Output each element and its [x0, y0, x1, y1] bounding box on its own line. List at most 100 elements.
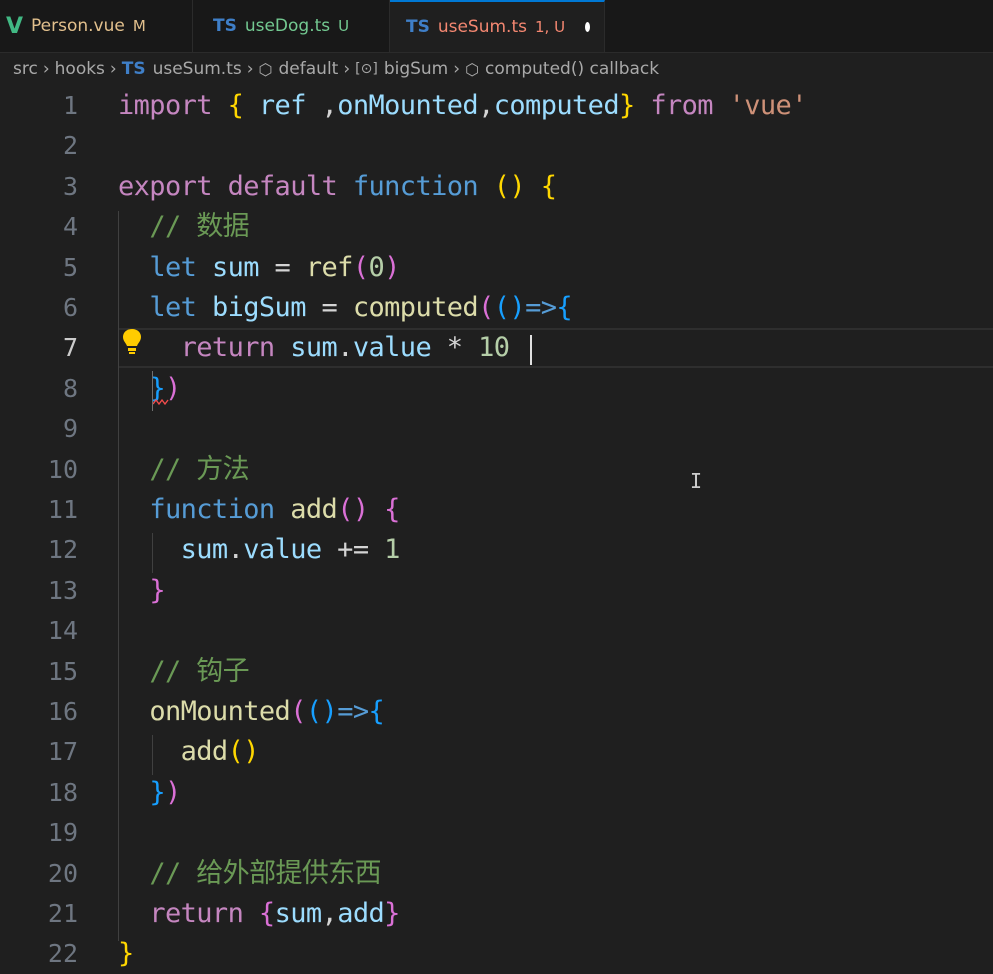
code-line[interactable]: 18 }) — [0, 773, 993, 813]
editor-tab-bar: V Person.vue M TS useDog.ts U TS useSum.… — [0, 0, 993, 53]
code-token: , — [478, 90, 494, 121]
code-line[interactable]: 11 function add() { — [0, 490, 993, 530]
code-token: return — [149, 898, 244, 929]
code-line[interactable]: 16 onMounted(()=>{ — [0, 692, 993, 732]
code-line[interactable]: 5 let sum = ref(0) — [0, 248, 993, 288]
lightbulb-icon[interactable] — [121, 327, 143, 355]
code-line[interactable]: 19 — [0, 813, 993, 853]
unsaved-changes-dot-icon[interactable] — [585, 22, 590, 32]
indent-guide — [152, 533, 153, 573]
code-token: 'vue' — [728, 90, 808, 121]
code-text: // 方法 — [118, 450, 249, 490]
indent-guide — [152, 735, 153, 775]
code-line[interactable]: 3 export default function () { — [0, 167, 993, 207]
code-token: let — [149, 251, 197, 283]
chevron-right-icon: › — [453, 59, 461, 79]
code-token: { — [384, 494, 400, 525]
code-token: sum — [180, 534, 229, 566]
line-number: 6 — [62, 293, 78, 322]
code-line[interactable]: 10 // 方法 — [0, 450, 993, 490]
line-number: 19 — [47, 818, 78, 848]
code-line[interactable]: 20 // 给外部提供东西 — [0, 854, 993, 894]
code-text: sum.value += 1 — [118, 530, 401, 570]
code-line[interactable]: 7 return sum.value * 10 — [0, 328, 993, 369]
code-token: // 方法 — [149, 453, 250, 485]
line-number: 14 — [47, 616, 78, 646]
vue-file-icon: V — [6, 13, 24, 39]
code-line[interactable]: 17 add() — [0, 732, 993, 772]
code-line[interactable]: 13 } — [0, 571, 993, 611]
line-number: 13 — [47, 575, 78, 605]
line-number: 3 — [62, 171, 78, 201]
tab-usesum-ts[interactable]: TS useSum.ts 1, U — [390, 0, 605, 52]
code-token: 1 — [384, 534, 400, 566]
breadcrumb-bigsum-label: bigSum — [383, 59, 449, 79]
code-token: . — [227, 534, 244, 566]
breadcrumb-file[interactable]: TS useSum.ts — [122, 59, 242, 79]
breadcrumb-src[interactable]: src — [13, 59, 38, 79]
code-text: } — [118, 571, 165, 611]
line-number: 18 — [47, 777, 78, 807]
code-token: = — [258, 251, 306, 283]
code-text: // 数据 — [118, 207, 249, 247]
code-text: import { ref ,onMounted,computed} from '… — [118, 86, 807, 126]
line-number: 2 — [62, 131, 78, 161]
typescript-file-icon: TS — [121, 59, 146, 79]
code-token: ) — [164, 776, 181, 808]
breadcrumb-bigsum[interactable]: [⊙] bigSum — [355, 59, 448, 79]
code-line[interactable]: 9 — [0, 409, 993, 449]
code-line[interactable]: 2 — [0, 126, 993, 166]
code-line[interactable]: 21 return {sum,add} — [0, 894, 993, 934]
code-token: () — [227, 736, 260, 768]
line-number: 16 — [47, 697, 78, 726]
tab-person-vue[interactable]: V Person.vue M — [0, 0, 193, 52]
variable-icon: [⊙] — [355, 61, 378, 77]
tab-label: Person.vue — [31, 16, 125, 36]
code-line[interactable]: 1 import { ref ,onMounted,computed} from … — [0, 86, 993, 126]
code-line[interactable]: 22} — [0, 934, 993, 974]
code-token: += — [321, 534, 385, 566]
code-line[interactable]: 6 let bigSum = computed(()=>{ — [0, 288, 993, 328]
line-number: 1 — [62, 91, 78, 120]
code-token: default — [227, 170, 338, 202]
code-token: => — [337, 696, 369, 727]
method-cube-icon: ⬡ — [465, 59, 480, 79]
breadcrumb-hooks[interactable]: hooks — [55, 59, 105, 79]
code-line[interactable]: 15 // 钩子 — [0, 652, 993, 692]
code-token: ( — [478, 292, 494, 323]
code-line[interactable]: 8 }) — [0, 369, 993, 409]
code-line[interactable]: 14 — [0, 611, 993, 651]
code-token: from — [650, 90, 713, 121]
code-line[interactable]: 4 // 数据 — [0, 207, 993, 247]
typescript-file-icon: TS — [406, 17, 430, 37]
breadcrumb-callback[interactable]: ⬡ computed() callback — [465, 59, 659, 79]
tab-usedog-ts[interactable]: TS useDog.ts U — [193, 0, 390, 52]
mouse-ibeam-icon: I — [690, 469, 703, 493]
code-line[interactable]: 12 sum.value += 1 — [0, 530, 993, 570]
line-number: 5 — [62, 252, 78, 282]
code-editor[interactable]: 1 import { ref ,onMounted,computed} from … — [0, 86, 993, 969]
breadcrumb-default[interactable]: ⬡ default — [259, 59, 339, 79]
chevron-right-icon: › — [109, 59, 117, 79]
code-token: ref — [258, 90, 307, 121]
code-token: { — [540, 170, 557, 202]
method-cube-icon: ⬡ — [258, 59, 273, 79]
line-number: 12 — [47, 535, 78, 565]
code-token: } — [149, 574, 165, 606]
line-number: 17 — [47, 737, 78, 767]
code-token: return — [180, 332, 276, 364]
